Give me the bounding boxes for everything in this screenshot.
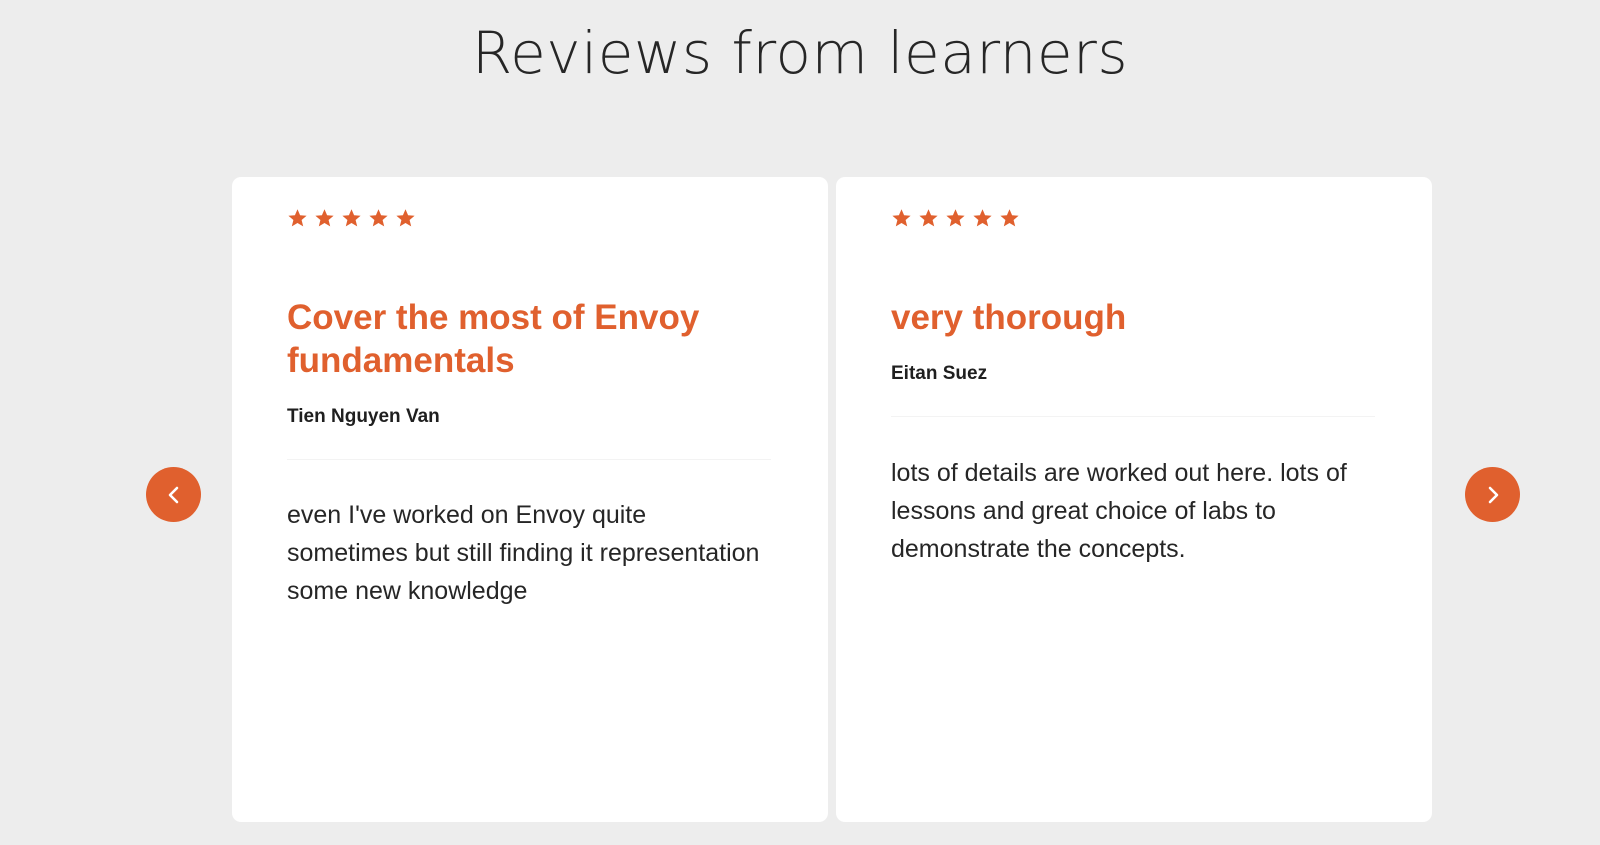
star-icon (341, 208, 362, 229)
review-author: Tien Nguyen Van (287, 406, 440, 427)
divider (891, 416, 1375, 417)
review-title: Cover the most of Envoy fundamentals (287, 298, 700, 380)
page-title: Reviews from learners (471, 19, 1129, 87)
star-icon (287, 208, 308, 229)
chevron-left-icon (164, 485, 184, 505)
review-body: even I've worked on Envoy quite sometime… (287, 501, 760, 605)
star-icon (368, 208, 389, 229)
star-icon (972, 208, 993, 229)
star-icon (945, 208, 966, 229)
review-body: lots of details are worked out here. lot… (891, 459, 1347, 563)
star-icon (395, 208, 416, 229)
star-icon (918, 208, 939, 229)
star-icon (891, 208, 912, 229)
star-rating (287, 207, 828, 229)
carousel-next-button[interactable] (1465, 467, 1520, 522)
review-card: Cover the most of Envoy fundamentals Tie… (232, 177, 828, 822)
carousel-prev-button[interactable] (146, 467, 201, 522)
divider (287, 459, 771, 460)
star-icon (999, 208, 1020, 229)
star-rating (891, 207, 1432, 229)
star-icon (314, 208, 335, 229)
review-card: very thorough Eitan Suez lots of details… (836, 177, 1432, 822)
chevron-right-icon (1483, 485, 1503, 505)
review-author: Eitan Suez (891, 363, 988, 384)
review-title: very thorough (891, 298, 1127, 337)
